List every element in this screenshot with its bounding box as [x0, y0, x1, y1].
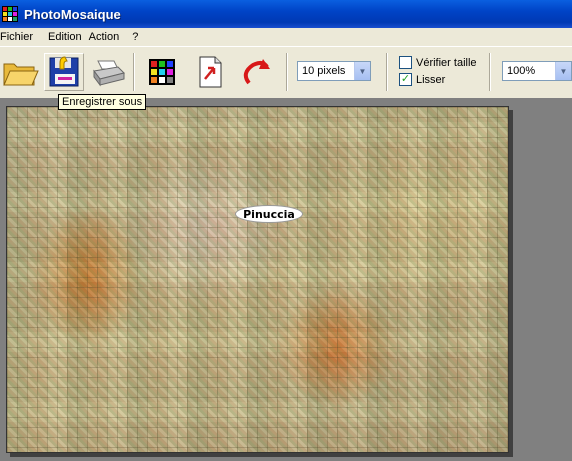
- print-button[interactable]: [88, 53, 128, 91]
- checkbox-empty-icon[interactable]: [399, 56, 412, 69]
- window-title: PhotoMosaique: [24, 6, 121, 22]
- toolbar-separator: [133, 53, 135, 91]
- toolbar-separator: [286, 53, 288, 91]
- export-button[interactable]: [190, 53, 230, 91]
- app-icon[interactable]: [2, 6, 18, 22]
- toolbar-separator: [386, 53, 388, 91]
- checkmark-icon[interactable]: ✓: [399, 73, 412, 86]
- color-grid-button[interactable]: [142, 53, 182, 91]
- undo-arrow-icon: [243, 59, 270, 85]
- menu-help[interactable]: ?: [131, 31, 144, 43]
- menu-bar: Fichier Edition Action ?: [0, 28, 572, 46]
- mosaic-tiles: [7, 107, 508, 452]
- tile-size-select[interactable]: 10 pixels ▼: [297, 61, 371, 81]
- workspace[interactable]: Pinuccia: [0, 98, 572, 461]
- zoom-select[interactable]: 100% ▼: [502, 61, 572, 81]
- watermark-label: Pinuccia: [235, 205, 303, 223]
- save-as-button[interactable]: [44, 53, 84, 91]
- zoom-value: 100%: [507, 65, 536, 77]
- menu-action[interactable]: Action: [88, 31, 126, 43]
- mosaic-image[interactable]: Pinuccia: [6, 106, 509, 453]
- save-floppy-icon: [49, 56, 79, 87]
- open-button[interactable]: [0, 53, 40, 91]
- chevron-down-icon[interactable]: ▼: [555, 62, 571, 80]
- color-grid-icon: [149, 59, 175, 85]
- open-folder-icon: [3, 63, 39, 86]
- menu-edition[interactable]: Edition: [47, 31, 88, 43]
- verify-size-label: Vérifier taille: [416, 56, 477, 69]
- undo-button[interactable]: [236, 53, 276, 91]
- chevron-down-icon[interactable]: ▼: [354, 62, 370, 80]
- tile-size-value: 10 pixels: [302, 65, 346, 77]
- title-bar: PhotoMosaique: [0, 0, 572, 28]
- toolbar: 10 pixels ▼ Vérifier taille ✓ Lisser 100…: [0, 46, 572, 98]
- verify-size-checkbox[interactable]: Vérifier taille: [399, 56, 477, 69]
- export-document-icon: [199, 56, 222, 88]
- menu-fichier[interactable]: Fichier: [0, 31, 39, 43]
- toolbar-separator: [489, 53, 491, 91]
- smooth-label: Lisser: [416, 73, 446, 86]
- smooth-checkbox[interactable]: ✓ Lisser: [399, 73, 445, 86]
- tooltip: Enregistrer sous: [58, 94, 147, 110]
- print-icon: [93, 60, 125, 87]
